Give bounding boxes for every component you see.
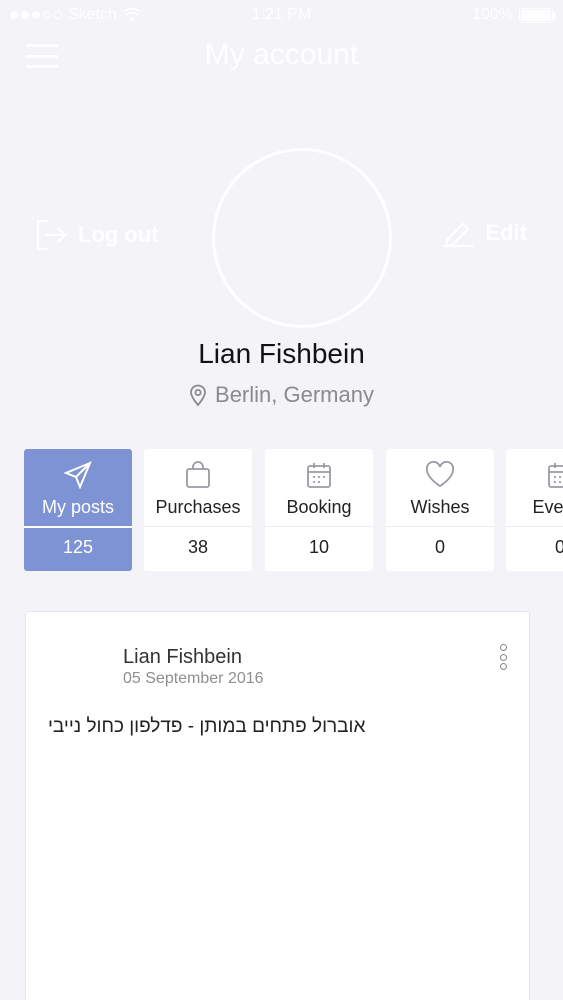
stat-booking[interactable]: Booking 10 <box>265 449 373 571</box>
user-name: Lian Fishbein <box>198 338 365 369</box>
logout-button[interactable]: Log out <box>34 218 159 252</box>
battery-percentage: 100% <box>472 6 513 23</box>
post-author: Lian Fishbein <box>123 646 242 668</box>
stat-label: Booking <box>286 497 352 517</box>
edit-button[interactable]: Edit <box>441 218 527 248</box>
stat-divider <box>386 526 494 527</box>
post-date: 05 September 2016 <box>123 670 264 687</box>
user-location: Berlin, Germany <box>0 382 563 408</box>
battery-status: 100% <box>472 6 556 24</box>
post-card[interactable]: Lian Fishbein 05 September 2016 אוברול פ… <box>25 611 530 1000</box>
stat-my-posts[interactable]: My posts 125 <box>24 449 132 571</box>
stat-divider <box>144 526 252 527</box>
edit-pencil-icon <box>443 222 474 248</box>
stat-divider <box>506 526 563 527</box>
stat-count: 0 <box>554 537 563 557</box>
page-title: My account <box>204 38 359 71</box>
stats-row: My posts 125 Purchases 38 Booking 10 Wis… <box>24 449 563 571</box>
stat-label: Events <box>532 497 563 517</box>
stat-count: 38 <box>187 537 209 557</box>
stat-divider <box>24 526 132 528</box>
stat-count: 10 <box>308 537 330 557</box>
logout-label: Log out <box>78 222 159 247</box>
stat-divider <box>265 526 373 527</box>
stat-count: 125 <box>62 537 94 557</box>
more-options-icon[interactable] <box>499 644 507 670</box>
location-pin-icon <box>190 384 206 406</box>
stat-label: Purchases <box>155 497 241 517</box>
battery-icon <box>519 7 556 23</box>
stat-events[interactable]: Events 0 <box>506 449 563 571</box>
stat-label: My posts <box>41 497 115 517</box>
paper-plane-icon <box>64 461 92 489</box>
stat-count: 0 <box>434 537 445 557</box>
location-text: Berlin, Germany <box>215 382 374 407</box>
stat-wishes[interactable]: Wishes 0 <box>386 449 494 571</box>
post-text: אוברול פתחים במותן - פדלפון כחול נייבי <box>48 716 366 737</box>
stat-label: Wishes <box>410 497 470 517</box>
avatar[interactable] <box>212 148 392 328</box>
calendar-icon <box>548 463 563 488</box>
edit-label: Edit <box>485 220 527 245</box>
stat-purchases[interactable]: Purchases 38 <box>144 449 252 571</box>
calendar-icon <box>307 463 331 488</box>
app-header: My account <box>0 34 563 78</box>
logout-icon <box>36 219 67 251</box>
shopping-bag-icon <box>186 461 210 488</box>
status-bar: Sketch 1:21 PM 100% <box>0 0 563 32</box>
heart-icon <box>425 461 455 488</box>
profile-header: Log out Edit <box>0 148 563 328</box>
